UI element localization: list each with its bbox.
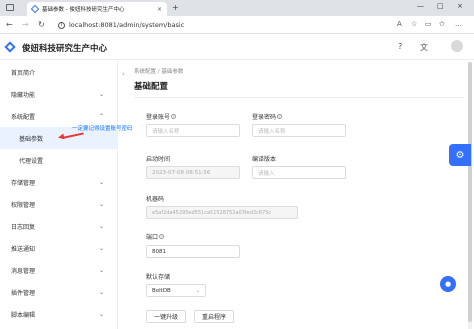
sidebar-item-push[interactable]: 推送通知 ⌄ <box>0 237 118 259</box>
main-content: ‹ 系统配置 / 基础参数 基础配置 登录账号? 请输入名称 登录密码? 请输入… <box>118 60 474 329</box>
breadcrumb-item[interactable]: 系统配置 <box>134 69 156 75</box>
restart-button[interactable]: 重启程序 <box>194 310 234 323</box>
url-field[interactable]: i localhost:8081/admin/system/basic <box>58 19 388 31</box>
sidebar-item-label: 日志回复 <box>11 223 36 231</box>
window-close-icon[interactable]: × <box>457 2 463 10</box>
breadcrumb-item: 基础参数 <box>161 69 184 75</box>
browser-tab-bar: 基础参数 - 俊妞科技研究生产中心 × + — □ × <box>0 0 474 16</box>
browser-tab[interactable]: 基础参数 - 俊妞科技研究生产中心 × <box>27 2 167 16</box>
version-label: 编译版本 <box>252 156 277 163</box>
sidebar-item-proxy[interactable]: 代理设置 <box>0 149 118 171</box>
scrollbar-thumb[interactable] <box>468 62 472 322</box>
help-icon[interactable]: ? <box>398 42 402 51</box>
start-time-field: 2023-07-08 08:51:56 <box>146 166 240 179</box>
sidebar-item-label: 脚本编辑 <box>11 311 36 319</box>
help-circle-icon[interactable]: ? <box>277 114 283 119</box>
chevron-down-icon: ⌄ <box>98 244 104 252</box>
tab-title: 基础参数 - 俊妞科技研究生产中心 <box>42 7 125 13</box>
help-circle-icon[interactable]: ? <box>159 234 165 239</box>
page-title: 基础配置 <box>134 82 169 92</box>
new-tab-icon[interactable]: + <box>172 3 179 12</box>
chevron-down-icon: ⌄ <box>98 266 104 274</box>
annotation-text: 一定要记得设置账号密码 <box>72 126 133 132</box>
password-label-text: 登录密码 <box>252 114 277 121</box>
sidebar-item-scripts[interactable]: 脚本编辑 ⌄ <box>0 303 118 325</box>
sidebar-item-label: 权限管理 <box>11 201 36 209</box>
split-screen-icon[interactable]: ▭ <box>425 20 432 28</box>
sidebar-item-label: 推送通知 <box>11 245 36 253</box>
chevron-down-icon: ⌄ <box>195 287 200 294</box>
port-label: 端口? <box>146 232 165 241</box>
divider <box>134 97 464 98</box>
chevron-down-icon: ⌄ <box>98 222 104 230</box>
tab-favicon-icon <box>30 4 40 14</box>
annotation-arrow-icon <box>57 133 65 141</box>
storage-select[interactable]: BoltDB ⌄ <box>146 284 206 297</box>
sidebar-item-label: 消息管理 <box>11 267 36 275</box>
favorite-star-icon[interactable]: ☆ <box>411 20 417 28</box>
read-aloud-icon[interactable]: A <box>397 20 402 28</box>
sidebar-item-label: 系统配置 <box>11 113 36 121</box>
url-text: localhost:8081/admin/system/basic <box>69 21 185 29</box>
minimize-icon[interactable]: — <box>417 2 424 10</box>
machine-code-label: 机器码 <box>146 196 165 203</box>
sidebar-item-label: 基础参数 <box>19 135 44 143</box>
app-header: 俊妞科技研究生产中心 ? 文 <box>0 34 474 60</box>
chevron-down-icon: ⌄ <box>98 90 104 98</box>
forward-icon[interactable]: → <box>22 20 29 29</box>
sidebar-item-storage[interactable]: 存储管理 ⌄ <box>0 171 118 193</box>
collapse-sidebar-icon[interactable]: ‹ <box>122 70 125 78</box>
chevron-down-icon: ⌄ <box>98 178 104 186</box>
settings-gear-icon[interactable]: ⚙ <box>449 144 471 166</box>
machine-code-field: e5af2da45295ed551ca51528752a03fed3c675c <box>146 206 298 219</box>
breadcrumb: 系统配置 / 基础参数 <box>134 67 183 75</box>
port-input[interactable]: 8081 <box>146 245 240 258</box>
sidebar-item-label: 隐藏功能 <box>11 91 36 99</box>
start-time-label: 启动时间 <box>146 156 171 163</box>
password-input[interactable]: 请输入名称 <box>252 124 346 137</box>
address-bar: ← → ↻ i localhost:8081/admin/system/basi… <box>0 16 474 34</box>
chevron-up-icon: ⌃ <box>98 112 104 120</box>
upgrade-button[interactable]: 一键升级 <box>146 310 186 323</box>
account-input[interactable]: 请输入名称 <box>146 124 240 137</box>
sidebar-item-messages[interactable]: 消息管理 ⌄ <box>0 259 118 281</box>
sidebar-item-label: 首页简介 <box>11 69 36 77</box>
window-menu-icon[interactable] <box>6 4 14 11</box>
chevron-down-icon: ⌄ <box>98 200 104 208</box>
more-menu-icon[interactable]: … <box>455 20 462 28</box>
account-label: 登录账号? <box>146 112 177 121</box>
breadcrumb-separator: / <box>157 69 160 75</box>
sidebar-item-hidden[interactable]: 隐藏功能 ⌄ <box>0 83 118 105</box>
port-label-text: 端口 <box>146 234 159 241</box>
reload-icon[interactable]: ↻ <box>38 20 45 29</box>
sidebar-item-logs[interactable]: 日志回复 ⌄ <box>0 215 118 237</box>
account-label-text: 登录账号 <box>146 114 171 121</box>
sidebar-item-label: 代理设置 <box>19 157 44 165</box>
password-label: 登录密码? <box>252 112 283 121</box>
sidebar-item-permissions[interactable]: 权限管理 ⌄ <box>0 193 118 215</box>
translate-icon[interactable]: 文 <box>420 42 428 53</box>
site-info-icon[interactable]: i <box>58 21 65 29</box>
chevron-down-icon: ⌄ <box>98 310 104 318</box>
sidebar: 首页简介 隐藏功能 ⌄ 系统配置 ⌃ 基础参数 代理设置 存储管理 ⌄ 权限管理 ⌄ 日… <box>0 60 118 329</box>
storage-label: 默认存储 <box>146 274 171 281</box>
sidebar-item-home[interactable]: 首页简介 <box>0 61 118 83</box>
version-input[interactable]: 请输入 <box>252 166 346 179</box>
app-name: 俊妞科技研究生产中心 <box>22 44 108 54</box>
chat-bubble-icon[interactable]: ● <box>440 276 456 292</box>
tab-close-icon[interactable]: × <box>157 6 162 13</box>
sidebar-item-label: 插件管理 <box>11 289 36 297</box>
storage-select-value: BoltDB <box>152 287 171 294</box>
maximize-icon[interactable]: □ <box>437 2 444 10</box>
back-icon[interactable]: ← <box>6 20 13 29</box>
sidebar-item-label: 存储管理 <box>11 179 36 187</box>
favorites-icon[interactable]: ✩ <box>439 20 445 28</box>
sidebar-item-plugins[interactable]: 插件管理 ⌄ <box>0 281 118 303</box>
app-logo-icon <box>4 41 16 53</box>
help-circle-icon[interactable]: ? <box>171 114 177 119</box>
chevron-down-icon: ⌄ <box>98 288 104 296</box>
avatar[interactable] <box>451 40 463 52</box>
